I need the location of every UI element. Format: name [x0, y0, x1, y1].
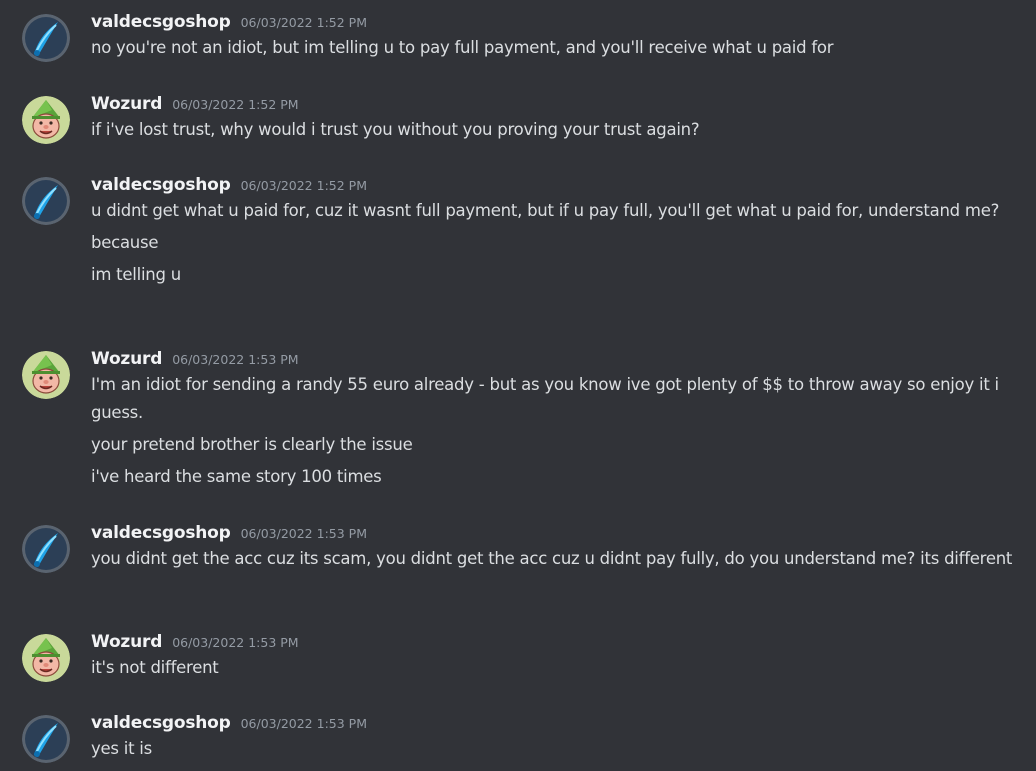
- message-header: Wozurd 06/03/2022 1:52 PM: [91, 94, 299, 116]
- message-text: no you're not an idiot, but im telling u…: [91, 38, 834, 57]
- message-header: valdecsgoshop 06/03/2022 1:52 PM: [91, 12, 367, 34]
- username[interactable]: valdecsgoshop: [91, 175, 231, 195]
- avatar[interactable]: [22, 96, 70, 144]
- message-content: no you're not an idiot, but im telling u…: [91, 34, 1026, 62]
- message-list: valdecsgoshop 06/03/2022 1:52 PM no you'…: [0, 0, 1036, 771]
- message-text: you didnt get the acc cuz its scam, you …: [91, 549, 1013, 568]
- message-content: u didnt get what u paid for, cuz it wasn…: [91, 197, 1026, 289]
- timestamp[interactable]: 06/03/2022 1:52 PM: [172, 97, 298, 112]
- message-header: valdecsgoshop 06/03/2022 1:53 PM: [91, 713, 367, 735]
- avatar[interactable]: [22, 634, 70, 682]
- timestamp[interactable]: 06/03/2022 1:53 PM: [172, 635, 298, 650]
- green-hat-face-icon: [22, 96, 70, 144]
- blue-knife-icon: [22, 525, 70, 573]
- message-text: your pretend brother is clearly the issu…: [91, 434, 413, 454]
- message-text: if i've lost trust, why would i trust yo…: [91, 120, 700, 139]
- timestamp[interactable]: 06/03/2022 1:53 PM: [241, 716, 367, 731]
- message-content: you didnt get the acc cuz its scam, you …: [91, 545, 1026, 573]
- avatar[interactable]: [22, 177, 70, 225]
- message-text: I'm an idiot for sending a randy 55 euro…: [91, 375, 999, 422]
- message-header: valdecsgoshop 06/03/2022 1:53 PM: [91, 523, 367, 545]
- message-content: yes it is: [91, 735, 1026, 763]
- green-hat-face-icon: [22, 351, 70, 399]
- message-header: Wozurd 06/03/2022 1:53 PM: [91, 632, 299, 654]
- green-hat-face-icon: [22, 634, 70, 682]
- message-text: im telling u: [91, 265, 181, 284]
- message-text: it's not different: [91, 658, 219, 677]
- username[interactable]: valdecsgoshop: [91, 12, 231, 32]
- message-text: yes it is: [91, 739, 152, 758]
- username[interactable]: Wozurd: [91, 632, 162, 652]
- username[interactable]: Wozurd: [91, 94, 162, 114]
- message-header: valdecsgoshop 06/03/2022 1:52 PM: [91, 175, 367, 197]
- message-text: u didnt get what u paid for, cuz it wasn…: [91, 201, 1000, 220]
- username[interactable]: Wozurd: [91, 349, 162, 369]
- avatar[interactable]: [22, 351, 70, 399]
- message-header: Wozurd 06/03/2022 1:53 PM: [91, 349, 299, 371]
- username[interactable]: valdecsgoshop: [91, 523, 231, 543]
- avatar[interactable]: [22, 715, 70, 763]
- avatar[interactable]: [22, 525, 70, 573]
- timestamp[interactable]: 06/03/2022 1:52 PM: [241, 15, 367, 30]
- message-text: because: [91, 233, 159, 252]
- blue-knife-icon: [22, 14, 70, 62]
- message-content: it's not different: [91, 654, 1026, 682]
- message-content: if i've lost trust, why would i trust yo…: [91, 116, 1026, 144]
- blue-knife-icon: [22, 715, 70, 763]
- message-content: I'm an idiot for sending a randy 55 euro…: [91, 371, 1026, 490]
- timestamp[interactable]: 06/03/2022 1:53 PM: [172, 352, 298, 367]
- timestamp[interactable]: 06/03/2022 1:52 PM: [241, 178, 367, 193]
- avatar[interactable]: [22, 14, 70, 62]
- username[interactable]: valdecsgoshop: [91, 713, 231, 733]
- timestamp[interactable]: 06/03/2022 1:53 PM: [241, 526, 367, 541]
- blue-knife-icon: [22, 177, 70, 225]
- message-text: i've heard the same story 100 times: [91, 466, 382, 486]
